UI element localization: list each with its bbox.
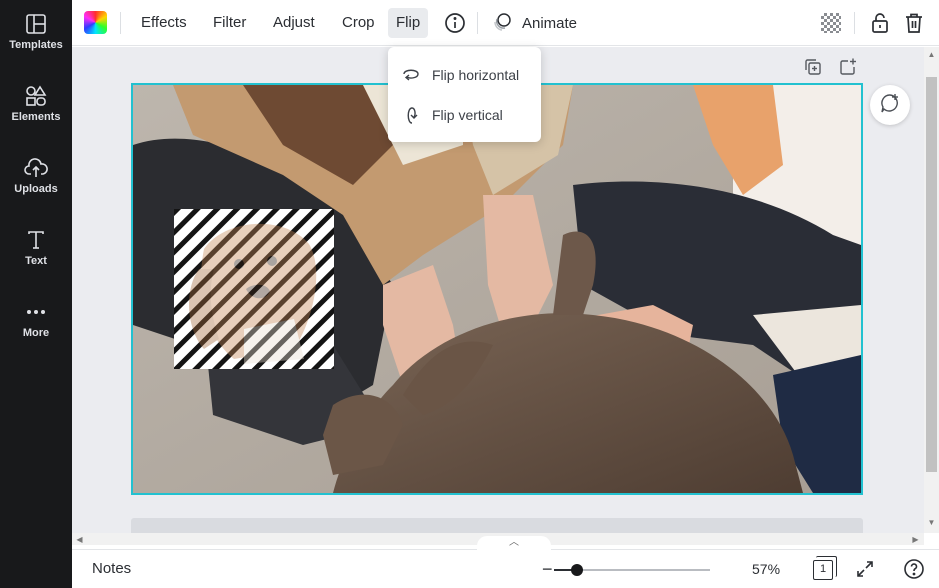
sidebar-item-label: Templates	[9, 39, 63, 51]
sidebar-item-label: Uploads	[14, 183, 58, 195]
toolbar-divider	[477, 12, 478, 34]
comment-plus-icon	[879, 92, 901, 119]
scroll-down-arrow-icon[interactable]: ▼	[924, 515, 939, 529]
info-icon[interactable]	[444, 12, 466, 34]
scrollbar-thumb[interactable]	[926, 77, 937, 472]
text-icon	[24, 228, 48, 252]
flip-vertical-label: Flip vertical	[432, 107, 503, 123]
more-icon	[24, 300, 48, 324]
design-page[interactable]	[131, 83, 863, 495]
dog-photo-with-stripes	[174, 209, 334, 369]
toolbar-divider	[854, 12, 855, 34]
notes-button[interactable]: Notes	[92, 560, 131, 577]
sidebar-item-label: Elements	[11, 111, 61, 123]
scroll-left-arrow-icon[interactable]: ◀	[72, 532, 87, 546]
sidebar-item-elements[interactable]: Elements	[0, 72, 72, 136]
sidebar-item-text[interactable]: Text	[0, 216, 72, 280]
next-page-preview[interactable]	[131, 518, 863, 533]
templates-icon	[24, 12, 48, 36]
zoom-slider[interactable]	[554, 564, 710, 576]
striped-dog-photo[interactable]	[174, 209, 334, 369]
sidebar-item-templates[interactable]: Templates	[0, 0, 72, 64]
toolbar-divider	[120, 12, 121, 34]
zoom-percentage[interactable]: 57%	[752, 561, 780, 577]
scroll-up-arrow-icon[interactable]: ▲	[924, 47, 939, 61]
flip-horizontal-label: Flip horizontal	[432, 67, 520, 83]
duplicate-page-icon[interactable]	[803, 57, 823, 77]
add-comment-button[interactable]	[870, 85, 910, 125]
chevron-up-icon[interactable]: ︿	[477, 536, 551, 550]
animate-icon	[492, 10, 514, 37]
zoom-slider-handle[interactable]	[571, 564, 584, 576]
unlock-icon[interactable]	[868, 11, 892, 35]
flip-vertical-option[interactable]: Flip vertical	[388, 97, 541, 133]
trash-icon[interactable]	[902, 11, 926, 35]
crop-button[interactable]: Crop	[334, 8, 383, 38]
color-swatch-button[interactable]	[84, 11, 107, 34]
sidebar-item-more[interactable]: More	[0, 288, 72, 352]
effects-button[interactable]: Effects	[133, 8, 195, 38]
sidebar-item-label: Text	[25, 255, 47, 267]
sidebar-item-label: More	[22, 327, 50, 339]
transparency-icon[interactable]	[819, 11, 843, 35]
scroll-right-arrow-icon[interactable]: ▶	[908, 532, 923, 546]
pages-icon: 1	[813, 556, 837, 580]
help-icon[interactable]	[903, 558, 925, 580]
flip-vertical-icon	[400, 104, 422, 126]
elements-icon	[24, 84, 48, 108]
vertical-scrollbar[interactable]: ▲ ▼	[924, 47, 939, 533]
sidebar-item-uploads[interactable]: Uploads	[0, 144, 72, 208]
add-page-icon[interactable]	[838, 57, 858, 77]
editor-toolbar: Effects Filter Adjust Crop Flip Animate	[72, 0, 939, 46]
bottom-bar: ︿ Notes − 57% 1	[72, 536, 939, 588]
sidebar: Templates Elements Uploads Text More	[0, 0, 72, 588]
flip-button[interactable]: Flip	[388, 8, 429, 38]
fullscreen-icon[interactable]	[854, 558, 876, 580]
uploads-icon	[24, 156, 48, 180]
animate-button[interactable]: Animate	[492, 8, 577, 38]
flip-horizontal-option[interactable]: Flip horizontal	[388, 57, 541, 93]
zoom-out-icon[interactable]: −	[542, 559, 553, 580]
animate-label: Animate	[522, 14, 578, 32]
flip-horizontal-icon	[400, 64, 422, 86]
filter-button[interactable]: Filter	[205, 8, 254, 38]
adjust-button[interactable]: Adjust	[265, 8, 323, 38]
page-count-button[interactable]: 1	[813, 556, 837, 580]
flip-dropdown-menu: Flip horizontal Flip vertical	[388, 47, 541, 142]
